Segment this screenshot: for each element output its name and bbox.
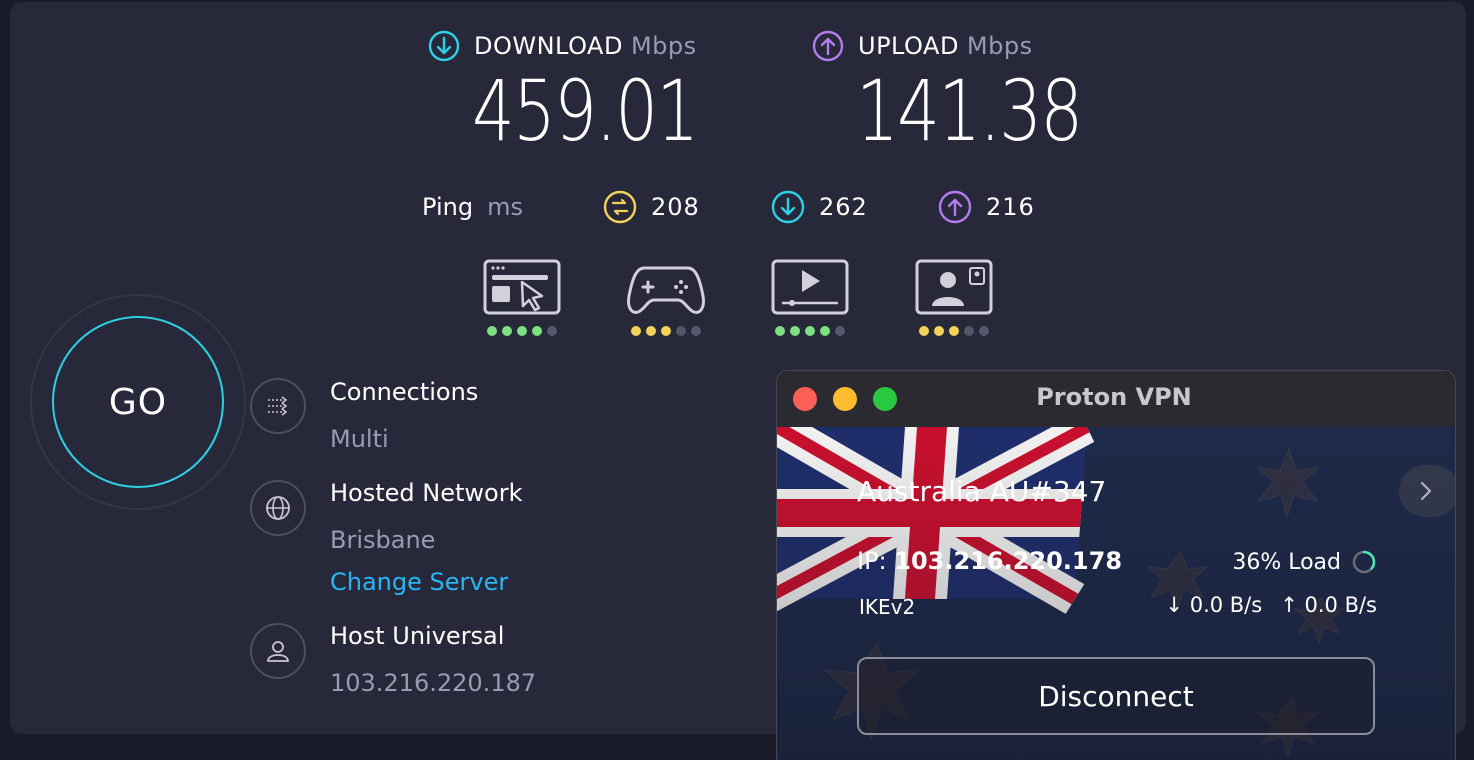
ip-line: IP: 103.216.220.178: [857, 547, 1122, 575]
upload-label: UPLOAD: [858, 32, 959, 60]
host-ip: 103.216.220.187: [330, 669, 537, 697]
rating-dot-empty: [676, 326, 686, 336]
rating-dot-filled: [487, 326, 497, 336]
rating-dot-empty: [547, 326, 557, 336]
change-server-link[interactable]: Change Server: [330, 568, 508, 596]
rating-dot-filled: [631, 326, 641, 336]
download-rate-value: 0.0 B/s: [1189, 593, 1263, 617]
rating-dot-filled: [934, 326, 944, 336]
rating-dot-filled: [502, 326, 512, 336]
upload-unit: Mbps: [966, 32, 1033, 60]
hosted-network-value: Brisbane: [330, 526, 436, 554]
server-name: Australia AU#347: [857, 475, 1107, 508]
activity-web-browsing: [482, 258, 562, 336]
rating-dot-filled: [646, 326, 656, 336]
vpn-protocol: IKEv2: [859, 595, 916, 619]
rating-dot-filled: [775, 326, 785, 336]
connections-value: Multi: [330, 425, 389, 453]
web-browsing-rating: [482, 326, 562, 336]
ip-address: 103.216.220.178: [894, 547, 1123, 575]
ping-idle: 208: [603, 190, 700, 224]
load-ring-icon: [1352, 550, 1376, 574]
rating-dot-filled: [661, 326, 671, 336]
arrow-up-icon: ↑: [1280, 593, 1298, 617]
upload-rate: ↑ 0.0 B/s: [1280, 593, 1377, 617]
activity-gaming: [626, 258, 706, 336]
download-label: DOWNLOAD: [474, 32, 623, 60]
rating-dot-filled: [790, 326, 800, 336]
rating-dot-filled: [949, 326, 959, 336]
rating-dot-filled: [517, 326, 527, 336]
connections-icon[interactable]: [250, 378, 306, 434]
go-button[interactable]: GO: [52, 316, 224, 488]
streaming-icon: [771, 259, 849, 315]
connections-title: Connections: [330, 378, 479, 406]
download-unit: Mbps: [630, 32, 697, 60]
next-server-button[interactable]: [1399, 465, 1455, 517]
load-text: 36% Load: [1232, 549, 1341, 575]
video-calls-rating: [914, 326, 994, 336]
multi-connection-icon: [268, 396, 288, 416]
rating-dot-filled: [820, 326, 830, 336]
ping-upload-value: 216: [986, 193, 1035, 221]
ip-label: IP:: [857, 547, 887, 575]
proton-vpn-window: Proton VPN Australia AU#347 IP: 103.216.…: [776, 370, 1456, 760]
download-icon: [428, 30, 460, 62]
ping-unit: ms: [487, 193, 523, 221]
gaming-rating: [626, 326, 706, 336]
globe-icon: [266, 496, 290, 520]
rating-dot-filled: [532, 326, 542, 336]
window-titlebar: Proton VPN: [777, 371, 1455, 427]
chevron-right-icon: [1420, 481, 1432, 501]
streaming-rating: [770, 326, 850, 336]
activity-video-calls: [914, 258, 994, 336]
idle-ping-icon: [603, 190, 637, 224]
rating-dot-empty: [691, 326, 701, 336]
host-title: Host Universal: [330, 622, 505, 650]
rating-dot-filled: [919, 326, 929, 336]
rating-dot-filled: [805, 326, 815, 336]
hosted-network-title: Hosted Network: [330, 479, 523, 507]
activity-streaming: [770, 258, 850, 336]
disconnect-button[interactable]: Disconnect: [857, 657, 1375, 735]
ping-download-value: 262: [819, 193, 868, 221]
arrow-down-icon: ↓: [1165, 593, 1184, 617]
upload-icon: [812, 30, 844, 62]
user-icon: [267, 641, 289, 662]
ping-download: 262: [771, 190, 868, 224]
rating-dot-empty: [835, 326, 845, 336]
ping-label-group: Ping ms: [422, 190, 523, 224]
transfer-rates: ↓ 0.0 B/s ↑ 0.0 B/s: [1165, 593, 1377, 617]
gaming-icon: [627, 266, 705, 314]
host-icon: [250, 623, 306, 679]
video-call-icon: [915, 259, 993, 315]
ping-label: Ping: [422, 193, 474, 221]
upload-value: 141.38: [856, 62, 1083, 160]
download-ping-icon: [771, 190, 805, 224]
web-browsing-icon: [483, 259, 561, 315]
ping-idle-value: 208: [651, 193, 700, 221]
hosted-network-icon: [250, 480, 306, 536]
window-title: Proton VPN: [1036, 383, 1192, 411]
rating-dot-empty: [964, 326, 974, 336]
upload-rate-value: 0.0 B/s: [1304, 593, 1378, 617]
rating-dot-empty: [979, 326, 989, 336]
server-load: 36% Load: [1232, 549, 1377, 575]
download-value: 459.01: [472, 62, 699, 160]
upload-header: UPLOAD Mbps: [812, 30, 1033, 62]
upload-ping-icon: [938, 190, 972, 224]
download-header: DOWNLOAD Mbps: [428, 30, 697, 62]
ping-upload: 216: [938, 190, 1035, 224]
download-rate: ↓ 0.0 B/s: [1165, 593, 1262, 617]
